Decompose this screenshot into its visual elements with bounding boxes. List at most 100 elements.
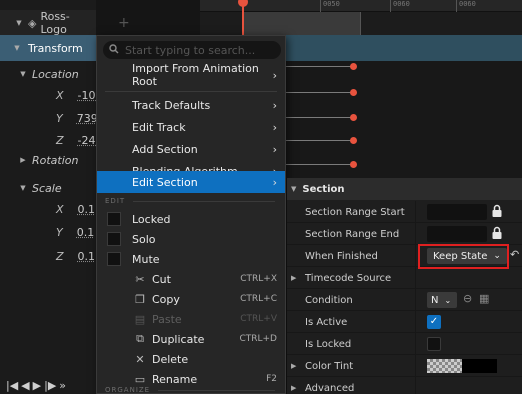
color-fill	[462, 359, 497, 373]
search-placeholder: Start typing to search...	[125, 43, 256, 57]
menu-item-copy[interactable]: ❐ Copy CTRL+C	[97, 288, 285, 310]
is-locked-checkbox[interactable]	[427, 337, 441, 351]
axis-value[interactable]: 0.1	[77, 226, 95, 239]
shortcut-label: CTRL+C	[240, 294, 277, 304]
menu-item-label: Copy	[152, 292, 180, 306]
ruler-label: 0050	[323, 0, 340, 8]
keyframe[interactable]	[350, 89, 357, 96]
copy-icon: ❐	[135, 292, 145, 306]
delete-icon: ✕	[135, 352, 145, 366]
menu-item-track-defaults[interactable]: Track Defaults ›	[97, 94, 285, 116]
menu-item-paste[interactable]: ▤ Paste CTRL+V	[97, 308, 285, 330]
axis-label: Y	[56, 225, 63, 239]
lock-icon[interactable]	[491, 204, 503, 218]
condition-dropdown[interactable]: N ⌄	[427, 292, 457, 308]
menu-section-edit: EDIT	[105, 197, 275, 205]
track-row-transform[interactable]: ▼ Transform	[0, 35, 96, 61]
prop-color-tint[interactable]: ▶ Color Tint	[287, 355, 522, 377]
axis-label: Y	[56, 111, 63, 125]
ruler-label: 0060	[393, 0, 410, 8]
track-row-ross-logo[interactable]: ▼ ◈ Ross-Logo	[0, 10, 96, 36]
chevron-right-icon[interactable]: ▶	[291, 377, 296, 394]
ruler-label: 0060	[459, 0, 476, 8]
timeline-ruler[interactable]: 0050 0060 0060	[200, 0, 522, 12]
locked-checkbox[interactable]	[107, 212, 121, 226]
axis-value[interactable]: 0.1	[78, 203, 96, 216]
track-outliner: ▼ ◈ Ross-Logo ▼ Transform ▼ Location X -…	[0, 0, 103, 394]
keyframe[interactable]	[350, 114, 357, 121]
prop-divider	[415, 311, 416, 333]
menu-item-solo[interactable]: Solo	[97, 228, 285, 250]
prop-label: Section Range Start	[305, 206, 405, 218]
chevron-down-icon[interactable]: ▼	[14, 19, 24, 27]
menu-item-cut[interactable]: ✂ Cut CTRL+X	[97, 268, 285, 290]
duplicate-icon: ⧉	[136, 332, 144, 345]
chevron-right-icon: ›	[272, 142, 277, 156]
range-end-field[interactable]	[427, 226, 487, 242]
jump-to-start-icon[interactable]: |◀	[6, 379, 18, 392]
browse-icon[interactable]: ▦	[479, 292, 489, 305]
menu-item-label: Duplicate	[152, 332, 205, 346]
chevron-down-icon[interactable]: ▼	[291, 185, 296, 193]
menu-separator	[105, 91, 277, 92]
menu-item-add-section[interactable]: Add Section ›	[97, 138, 285, 160]
jump-to-end-icon[interactable]: »	[59, 379, 66, 392]
menu-item-edit-track[interactable]: Edit Track ›	[97, 116, 285, 138]
menu-item-locked[interactable]: Locked	[97, 208, 285, 230]
chevron-right-icon: ›	[272, 175, 277, 189]
keyframe[interactable]	[350, 63, 357, 70]
menu-item-delete[interactable]: ✕ Delete	[97, 348, 285, 370]
track-label: Location	[32, 67, 79, 81]
chevron-down-icon[interactable]: ▼	[18, 184, 28, 192]
track-row-scale-z[interactable]: Z 0.1	[0, 243, 96, 269]
range-start-field[interactable]	[427, 204, 487, 220]
prop-section-range-start: Section Range Start	[287, 201, 522, 223]
reset-to-default-icon[interactable]: ↶	[510, 248, 519, 261]
menu-search-box[interactable]: Start typing to search...	[103, 41, 281, 59]
mute-checkbox[interactable]	[107, 252, 121, 266]
lock-icon[interactable]	[491, 226, 503, 240]
solo-checkbox[interactable]	[107, 232, 121, 246]
shortcut-label: CTRL+V	[240, 314, 277, 324]
prop-is-locked: Is Locked	[287, 333, 522, 355]
play-icon[interactable]: ▶	[33, 379, 41, 392]
chevron-right-icon: ›	[272, 68, 277, 82]
chevron-right-icon[interactable]: ▶	[18, 156, 28, 164]
shortcut-label: CTRL+X	[240, 274, 277, 284]
chevron-down-icon[interactable]: ▼	[12, 44, 22, 52]
add-track-icon[interactable]: +	[118, 15, 130, 31]
prop-timecode-source[interactable]: ▶ Timecode Source	[287, 267, 522, 289]
prop-advanced[interactable]: ▶ Advanced	[287, 377, 522, 394]
menu-item-import-from-animation-root[interactable]: Import From Animation Root ›	[97, 62, 285, 88]
prop-divider	[415, 267, 416, 289]
timeline-header: 0050 0060 0060	[200, 0, 522, 40]
track-row-scale-y[interactable]: Y 0.1	[0, 219, 96, 245]
step-back-icon[interactable]: ◀	[21, 379, 29, 392]
menu-item-label: Rename	[152, 372, 198, 386]
keyframe[interactable]	[350, 161, 357, 168]
chevron-right-icon[interactable]: ▶	[291, 355, 296, 377]
menu-item-duplicate[interactable]: ⧉ Duplicate CTRL+D	[97, 328, 285, 350]
track-line	[286, 117, 352, 118]
prop-label: Condition	[305, 294, 353, 306]
color-tint-swatch[interactable]	[427, 359, 497, 373]
track-label: Rotation	[32, 153, 79, 167]
arrow-left-circle-icon[interactable]: ⊖	[463, 292, 472, 305]
track-label: Transform	[28, 41, 83, 55]
details-section-header[interactable]: ▼ Section	[287, 178, 522, 200]
axis-value[interactable]: 0.1	[78, 250, 96, 263]
alpha-checker	[427, 359, 462, 373]
keyframe[interactable]	[350, 137, 357, 144]
chevron-down-icon[interactable]: ▼	[18, 70, 28, 78]
chevron-right-icon[interactable]: ▶	[291, 267, 296, 289]
menu-item-edit-section[interactable]: Edit Section ›	[97, 171, 285, 193]
prop-divider	[415, 245, 416, 267]
track-row-rotation[interactable]: ▶ Rotation	[0, 147, 96, 173]
is-active-checkbox[interactable]: ✓	[427, 315, 441, 329]
menu-item-mute[interactable]: Mute	[97, 248, 285, 270]
menu-item-label: Edit Section	[132, 175, 198, 189]
step-forward-icon[interactable]: |▶	[44, 379, 56, 392]
chevron-down-icon: ⌄	[444, 295, 452, 305]
prop-label: Section Range End	[305, 228, 400, 240]
transport-controls: |◀ ◀ ▶ |▶ »	[0, 376, 96, 394]
